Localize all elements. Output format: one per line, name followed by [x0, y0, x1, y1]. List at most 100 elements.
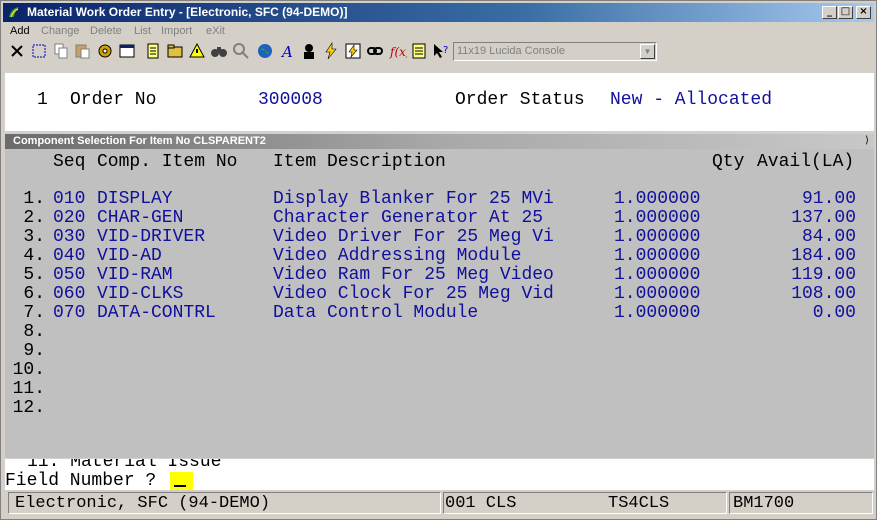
folder-icon[interactable] [165, 41, 185, 61]
table-row[interactable]: 1. 010 DISPLAY Display Blanker For 25 MVi 1.… [5, 189, 874, 209]
menu-option-partial: 11. Material Issue [5, 459, 874, 471]
table-row[interactable]: 10. [5, 360, 874, 380]
cut-icon[interactable] [7, 41, 27, 61]
table-row[interactable]: 4. 040 VID-AD Video Addressing Module 1.0000… [5, 246, 874, 266]
table-row[interactable]: 2. 020 CHAR-GEN Character Generator At 25 1.… [5, 208, 874, 228]
panel-title-bar: Component Selection For Item No CLSPAREN… [5, 134, 874, 149]
col-comp-header: Comp. Item No [97, 152, 238, 172]
status-program: BM1700 [729, 492, 873, 514]
menu-import[interactable]: Import [161, 25, 192, 37]
row-qty: 1.000000 [614, 265, 701, 285]
magnifier-icon[interactable] [231, 41, 251, 61]
table-row[interactable]: 9. [5, 341, 874, 361]
row-description: Video Driver For 25 Meg Vi [273, 227, 554, 247]
row-avail: 119.00 [791, 265, 856, 285]
svg-text:f(x): f(x) [389, 45, 407, 59]
lightning-icon[interactable] [321, 41, 341, 61]
row-comp-item: VID-AD [97, 246, 162, 266]
minimize-icon: _ [827, 6, 832, 17]
table-row[interactable]: 7. 070 DATA-CONTRL Data Control Module 1.000… [5, 303, 874, 323]
status-company-text: Electronic, SFC (94-DEMO) [15, 494, 271, 513]
settings-icon[interactable] [95, 41, 115, 61]
order-no-label: Order No [70, 90, 157, 110]
col-desc-header: Item Description [273, 152, 446, 172]
minimize-button[interactable]: _ [822, 6, 837, 19]
row-avail: 108.00 [791, 284, 856, 304]
maximize-button[interactable]: □ [838, 6, 853, 19]
notes-icon[interactable] [143, 41, 163, 61]
warning-icon[interactable] [187, 41, 207, 61]
properties-icon[interactable] [117, 41, 137, 61]
row-seq: 020 [53, 208, 86, 228]
panel-title: Component Selection For Item No CLSPAREN… [13, 135, 266, 147]
field-number-input[interactable] [170, 472, 193, 490]
link-icon[interactable] [365, 41, 385, 61]
svg-text:?: ? [443, 45, 448, 56]
copy-icon[interactable] [51, 41, 71, 61]
text-cursor [174, 485, 186, 487]
row-qty: 1.000000 [614, 208, 701, 228]
paste-icon[interactable] [73, 41, 93, 61]
row-seq: 070 [53, 303, 86, 323]
row-qty: 1.000000 [614, 246, 701, 266]
status-bar: Electronic, SFC (94-DEMO) 001 CLS TS4CLS … [5, 492, 874, 516]
row-number: 9. [23, 341, 45, 361]
table-row[interactable]: 6. 060 VID-CLKS Video Clock For 25 Meg Vid 1… [5, 284, 874, 304]
row-comp-item: VID-RAM [97, 265, 173, 285]
row-number: 4. [23, 246, 45, 266]
order-no-value[interactable]: 300008 [258, 90, 323, 110]
list-icon[interactable] [409, 41, 429, 61]
font-select[interactable]: 11x19 Lucida Console ▼ [453, 42, 657, 61]
chevron-down-icon[interactable]: ▼ [640, 44, 655, 59]
row-avail: 0.00 [812, 303, 856, 323]
row-avail: 84.00 [801, 227, 856, 247]
status-code: 001 CLS TS4CLS [443, 492, 727, 514]
menu-change[interactable]: Change [41, 25, 80, 37]
globe-icon[interactable] [255, 41, 275, 61]
row-qty: 1.000000 [614, 303, 701, 323]
row-avail: 137.00 [791, 208, 856, 228]
maximize-icon: □ [840, 6, 851, 17]
svg-text:A: A [280, 43, 293, 61]
table-row[interactable]: 11. [5, 379, 874, 399]
row-description: Data Control Module [273, 303, 479, 323]
row-number: 3. [23, 227, 45, 247]
menu-delete[interactable]: Delete [90, 25, 122, 37]
title-bar[interactable]: Material Work Order Entry - [Electronic,… [3, 3, 874, 22]
table-row[interactable]: 12. [5, 398, 874, 418]
function-icon[interactable]: f(x) [387, 41, 411, 61]
order-header: 1 Order No 300008 Order Status New - All… [5, 73, 874, 131]
row-number: 6. [23, 284, 45, 304]
row-description: Video Clock For 25 Meg Vid [273, 284, 554, 304]
panel-close-icon[interactable]: ⟩ [864, 135, 874, 148]
table-row[interactable]: 3. 030 VID-DRIVER Video Driver For 25 Meg V… [5, 227, 874, 247]
row-comp-item: CHAR-GEN [97, 208, 184, 228]
row-number: 2. [23, 208, 45, 228]
close-button[interactable]: × [856, 6, 871, 19]
binoculars-icon[interactable] [209, 41, 229, 61]
menu-list[interactable]: List [134, 25, 151, 37]
menu-add[interactable]: Add [10, 25, 30, 37]
status-program-text: BM1700 [733, 494, 795, 513]
menu-exit[interactable]: eXit [206, 25, 225, 37]
help-pointer-icon[interactable]: ? [431, 41, 451, 61]
row-number: 12. [12, 398, 45, 418]
person-icon[interactable] [299, 41, 319, 61]
lightning-page-icon[interactable] [343, 41, 363, 61]
col-avail-header: Avail(LA) [757, 152, 855, 172]
order-status-value: New - Allocated [610, 90, 773, 110]
row-number: 8. [23, 322, 45, 342]
row-number: 5. [23, 265, 45, 285]
table-row[interactable]: 8. [5, 322, 874, 342]
row-seq: 010 [53, 189, 86, 209]
row-description: Video Addressing Module [273, 246, 522, 266]
row-number: 1. [23, 189, 45, 209]
table-row[interactable]: 5. 050 VID-RAM Video Ram For 25 Meg Video 1.… [5, 265, 874, 285]
order-status-label: Order Status [455, 90, 585, 110]
application-window: Material Work Order Entry - [Electronic,… [0, 0, 877, 520]
menu-option-text: 11. Material Issue [27, 459, 222, 471]
row-number: 10. [12, 360, 45, 380]
font-icon[interactable]: A [277, 41, 297, 61]
row-comp-item: DISPLAY [97, 189, 173, 209]
select-icon[interactable] [29, 41, 49, 61]
